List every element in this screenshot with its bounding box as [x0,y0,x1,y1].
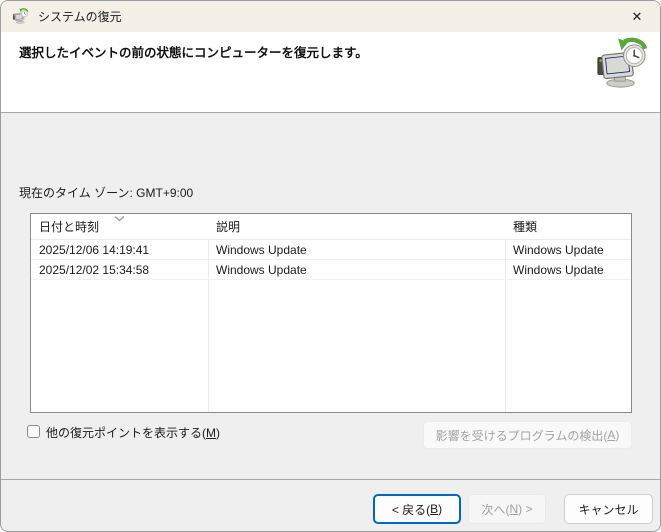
button-label: ) > [518,502,533,516]
titlebar: システムの復元 [1,1,660,32]
detect-affected-programs-button[interactable]: 影響を受けるプログラムの検出(A) [423,421,632,449]
close-button[interactable]: ✕ [614,1,660,32]
column-header-type[interactable]: 種類 [505,214,631,239]
access-key: A [607,428,616,442]
access-key: N [509,502,519,516]
cell-description: Windows Update [216,262,307,277]
window-title: システムの復元 [38,10,122,24]
show-more-restore-points-checkbox[interactable] [27,425,40,438]
system-restore-dialog: システムの復元 ✕ 選択したイベントの前の状態にコンピューターを復元します。 現… [0,0,661,532]
cell-type: Windows Update [513,242,604,257]
page-description: 選択したイベントの前の状態にコンピューターを復元します。 [19,46,368,60]
label-text: 他の復元ポイントを表示する( [46,426,206,440]
access-key: M [206,426,216,440]
button-label: ) [615,428,620,442]
button-label: ) [438,502,443,516]
sort-descending-icon [31,213,208,223]
column-header-label: 種類 [513,220,538,234]
column-header-description[interactable]: 説明 [208,214,505,239]
cell-description: Windows Update [216,242,307,257]
button-label: 次へ( [481,502,510,517]
system-restore-icon-large [594,37,649,92]
cell-type: Windows Update [513,262,604,277]
table-header-row: 日付と時刻 説明 種類 [31,214,631,240]
back-button[interactable]: < 戻る(B) [373,494,461,524]
column-header-label: 説明 [216,220,241,234]
wizard-header: 選択したイベントの前の状態にコンピューターを復元します。 [1,32,660,112]
restore-points-table: 日付と時刻 説明 種類 2025/12/06 14:19:41 Windows … [30,213,632,413]
column-header-date[interactable]: 日付と時刻 [31,214,208,239]
button-label: < 戻る( [391,502,431,517]
system-restore-icon [12,8,29,25]
timezone-label: 現在のタイム ゾーン: GMT+9:00 [19,186,194,200]
header-separator [1,112,660,113]
button-label: 影響を受けるプログラムの検出( [435,428,608,443]
show-more-restore-points-label[interactable]: 他の復元ポイントを表示する(M) [46,424,220,441]
button-label: キャンセル [578,502,639,517]
table-row[interactable]: 2025/12/02 15:34:58 Windows Update Windo… [31,260,631,280]
next-button[interactable]: 次へ(N) > [468,494,546,524]
cell-datetime: 2025/12/02 15:34:58 [39,262,150,277]
cancel-button[interactable]: キャンセル [564,494,653,524]
access-key: B [430,502,439,516]
table-row[interactable]: 2025/12/06 14:19:41 Windows Update Windo… [31,240,631,260]
label-text: ) [216,426,220,440]
cell-datetime: 2025/12/06 14:19:41 [39,242,150,257]
close-icon: ✕ [631,8,643,24]
footer-separator [1,479,660,480]
